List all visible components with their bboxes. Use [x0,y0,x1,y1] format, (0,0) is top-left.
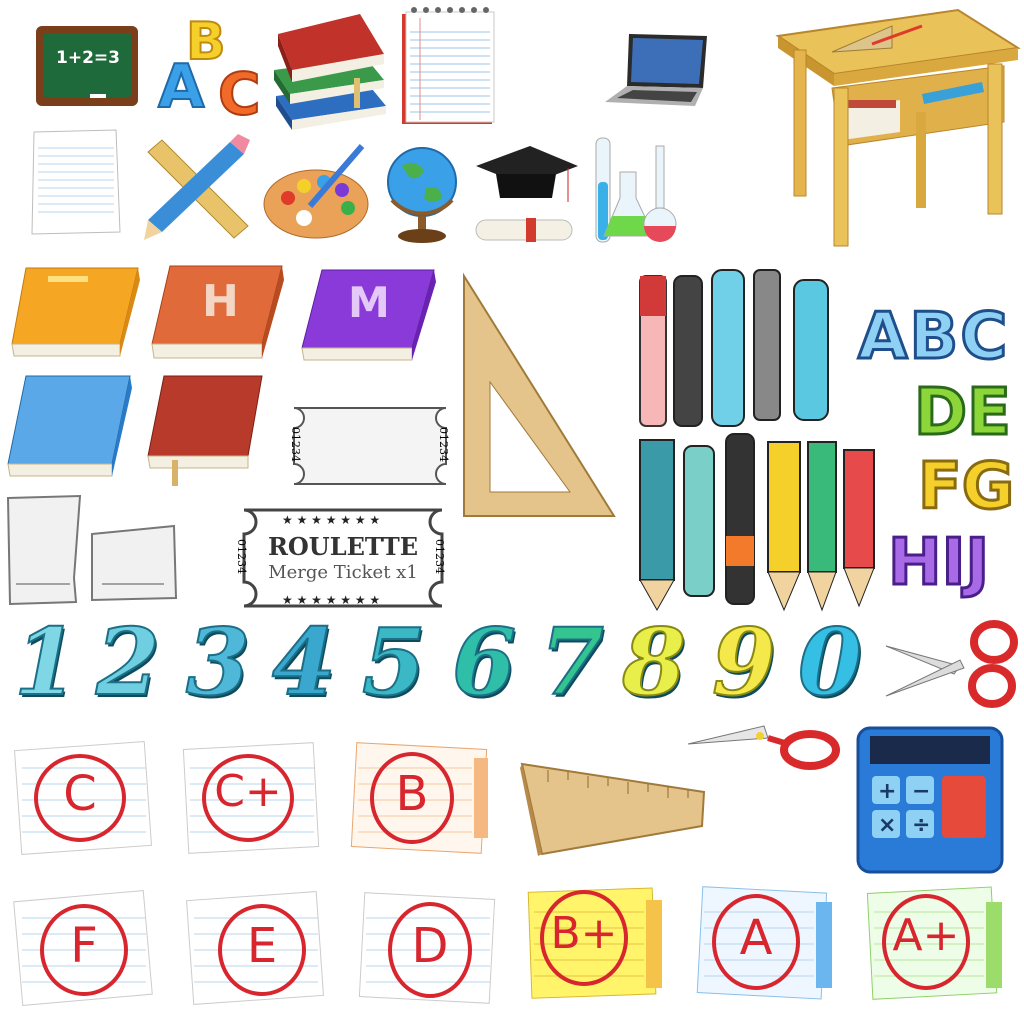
svg-text:+: + [878,779,896,804]
number-0: 0 [797,608,863,716]
number-5: 5 [361,608,427,716]
ticket-roulette-serial-left: 01234 [235,539,248,574]
number-8: 8 [621,608,687,716]
book-red [144,372,264,488]
ticket-roulette-title: ROULETTE [267,532,419,561]
grade-paper-f: F [8,888,158,1008]
graduation-cap-icon [472,140,582,248]
blackboard-equation: 1+2=3 [56,48,120,68]
svg-text:−: − [912,779,930,804]
alphabet-block: ABC DE FG HIJ [856,299,1022,602]
alphabet-row-fg: FG [916,449,1015,526]
lab-flasks-icon [590,132,682,250]
grade-label-a-plus: A+ [892,910,960,961]
number-2: 2 [95,608,161,716]
grade-label-b-plus: B+ [550,908,618,959]
notepad [400,4,496,126]
grade-label-c: C [63,766,97,822]
abc-letters: A B C [157,11,268,129]
number-9: 9 [711,608,777,716]
grade-label-c-plus: C+ [214,766,282,817]
scissors-icon [882,616,1020,710]
grade-paper-d: D [352,888,502,1008]
svg-text:★ ★ ★ ★ ★ ★ ★: ★ ★ ★ ★ ★ ★ ★ [282,593,380,607]
pencil-ruler-icon [140,132,252,242]
grade-label-d: D [411,918,449,974]
ticket-roulette: ★ ★ ★ ★ ★ ★ ★ ★ ★ ★ ★ ★ ★ ★ ROULETTE Merg… [232,504,454,612]
grade-label-e: E [246,918,278,974]
grade-label-b: B [395,766,429,822]
ticket-roulette-serial-right: 01234 [433,539,446,574]
alphabet-row-hij: HIJ [886,525,990,602]
svg-text:×: × [878,813,896,838]
blackboard: 1+2=3 [34,24,140,108]
number-1: 1 [13,608,79,716]
grade-paper-c: C [8,738,158,858]
letter-c: C [217,59,262,129]
paint-palette-icon [262,142,374,242]
number-7: 7 [539,608,605,716]
svg-text:★ ★ ★ ★ ★ ★ ★: ★ ★ ★ ★ ★ ★ ★ [282,513,380,527]
number-3: 3 [185,608,251,716]
book-orange [8,262,142,362]
calculator-icon: + − × ÷ [852,722,1006,876]
book-m-letter: M [348,278,390,327]
pens-markers-set [636,266,882,616]
alphabet-row-de: DE [913,375,1013,452]
torn-paper-left [4,492,84,608]
book-blue [4,372,134,482]
paper-sheet [28,128,124,238]
grade-paper-b: B [344,738,494,858]
grade-paper-a-plus: A+ [860,882,1010,1002]
school-desk [772,4,1022,250]
torn-paper-right [88,522,180,604]
ticket-blank-serial-left: 01234 [289,427,302,462]
grade-paper-a: A [690,882,840,1002]
grade-label-f: F [70,918,98,974]
ticket-roulette-subtitle: Merge Ticket x1 [268,562,418,583]
alphabet-row-abc: ABC [856,299,1010,376]
book-stack [268,8,390,136]
grade-paper-e: E [180,888,330,1008]
ticket-blank: 01234 01234 [284,398,456,494]
grade-paper-b-plus: B+ [520,882,670,1002]
grade-paper-c-plus: C+ [176,738,326,858]
ticket-blank-serial-right: 01234 [437,427,450,462]
laptop-icon [603,28,711,112]
book-h-letter: H [202,276,239,327]
numbers-row: 1 2 3 4 5 6 7 8 9 0 [0,612,880,718]
number-6: 6 [451,608,517,716]
svg-text:÷: ÷ [912,813,930,838]
book-h: H [148,262,284,366]
wooden-ruler-icon [518,756,708,858]
book-m: M [298,266,436,368]
grade-label-a: A [739,910,773,966]
globe-icon [382,140,462,246]
number-4: 4 [271,608,337,716]
set-square-icon [460,272,616,520]
